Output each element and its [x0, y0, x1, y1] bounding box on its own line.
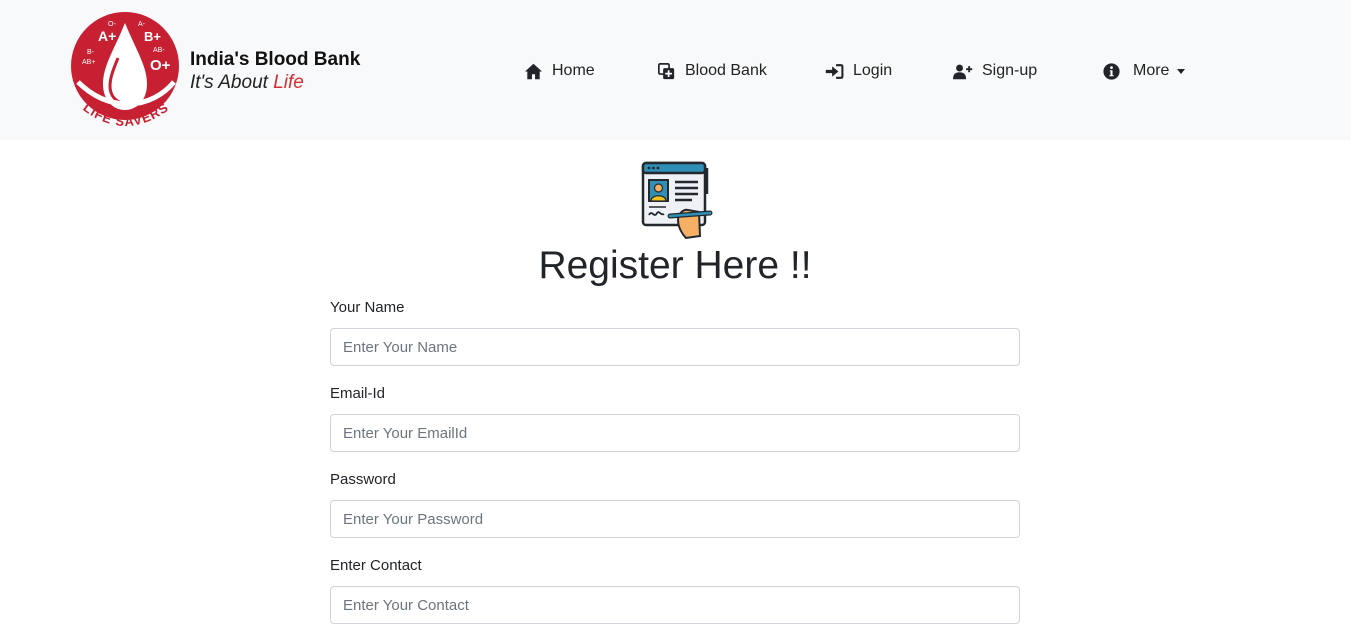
- nav-login-label: Login: [853, 62, 893, 79]
- nav-home[interactable]: Home: [523, 59, 595, 83]
- page-title: Register Here !!: [538, 244, 812, 287]
- nav-blood-bank-label: Blood Bank: [685, 62, 767, 79]
- add-box-icon: [656, 61, 676, 81]
- contact-label: Enter Contact: [330, 557, 422, 574]
- email-label: Email-Id: [330, 385, 386, 402]
- svg-text:B-: B-: [87, 49, 95, 56]
- name-label: Your Name: [330, 299, 405, 316]
- life-savers-logo[interactable]: A+ B+ O+ O- A- B- AB+ AB- LIFE SAVERS: [70, 8, 182, 132]
- nav-home-label: Home: [552, 62, 595, 79]
- brand-title: India's Blood Bank: [190, 49, 361, 70]
- nav-login[interactable]: Login: [824, 59, 892, 83]
- nav-sign-up[interactable]: Sign-up: [953, 59, 1037, 83]
- top-navbar: A+ B+ O+ O- A- B- AB+ AB- LIFE SAVERS In…: [0, 0, 1351, 140]
- home-icon: [523, 61, 543, 81]
- svg-text:A+: A+: [98, 28, 116, 44]
- svg-text:AB+: AB+: [82, 59, 95, 66]
- svg-text:AB-: AB-: [153, 47, 165, 54]
- chevron-down-icon: [1177, 69, 1186, 74]
- contact-input[interactable]: [330, 586, 1020, 624]
- brand-tagline: It's About Life: [190, 72, 360, 94]
- user-plus-icon: [953, 61, 973, 81]
- tagline-accent: Life: [273, 72, 304, 93]
- nav-blood-bank[interactable]: Blood Bank: [656, 59, 767, 83]
- name-input[interactable]: [330, 328, 1020, 366]
- email-input[interactable]: [330, 414, 1020, 452]
- brand[interactable]: India's Blood Bank It's About Life: [190, 48, 360, 94]
- tagline-prefix: It's About: [190, 72, 274, 93]
- nav-more-label: More: [1133, 62, 1170, 79]
- password-label: Password: [330, 471, 396, 488]
- svg-text:B+: B+: [144, 29, 161, 44]
- nav-more-dropdown[interactable]: More: [1101, 59, 1186, 83]
- registration-form-icon: [641, 161, 713, 240]
- password-input[interactable]: [330, 500, 1020, 538]
- svg-text:A-: A-: [138, 21, 146, 28]
- sign-in-icon: [824, 61, 844, 81]
- svg-text:O-: O-: [108, 21, 116, 28]
- nav-sign-up-label: Sign-up: [982, 62, 1038, 79]
- svg-text:O+: O+: [150, 57, 171, 74]
- info-circle-icon: [1101, 61, 1121, 81]
